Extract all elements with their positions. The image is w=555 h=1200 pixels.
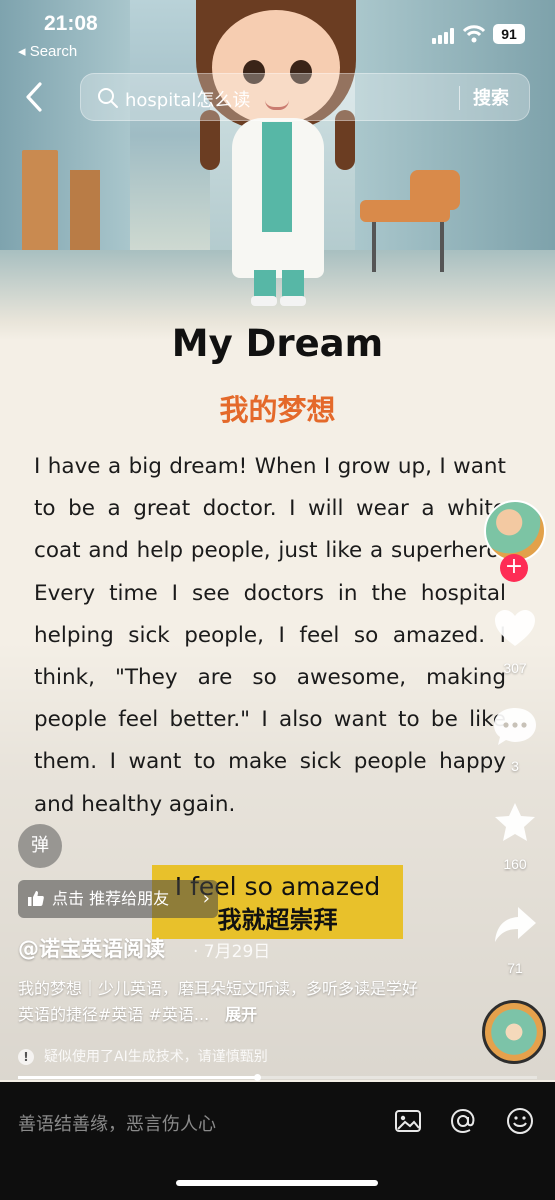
emoji-icon[interactable]	[505, 1106, 535, 1136]
heart-icon[interactable]	[492, 606, 538, 652]
video-progress-bar[interactable]	[18, 1074, 537, 1081]
image-icon[interactable]	[393, 1106, 423, 1136]
description-text: 我的梦想｜少儿英语，磨耳朵短文听读，多听多读是学好英语的捷径#英语 #英语...	[18, 979, 419, 1024]
article-subtitle: 我的梦想	[219, 393, 336, 427]
status-bar: 21:08 ◂ Search 91	[0, 0, 555, 64]
progress-knob[interactable]	[253, 1074, 261, 1081]
author-name[interactable]: @诺宝英语阅读	[18, 933, 165, 963]
search-button[interactable]: 搜索	[473, 84, 509, 110]
post-date: · 7月29日	[193, 942, 271, 962]
ai-notice-text: 疑似使用了AI生成技术，请谨慎甄别	[44, 1049, 268, 1065]
star-icon[interactable]	[492, 800, 538, 846]
author-avatar[interactable]	[484, 500, 546, 562]
wifi-icon	[462, 25, 486, 43]
follow-button[interactable]: +	[500, 554, 528, 582]
expand-button[interactable]: 展开	[225, 1005, 257, 1024]
home-indicator	[176, 1180, 378, 1186]
search-input[interactable]: hospital怎么读 搜索	[80, 73, 530, 121]
battery-indicator: 91	[493, 24, 525, 44]
article-title: My Dream	[171, 322, 384, 365]
like-count: 307	[503, 660, 527, 676]
comment-count: 3	[511, 758, 519, 774]
article-body: I have a big dream! When I grow up, I wa…	[34, 454, 506, 817]
danmaku-toggle[interactable]: 弹	[18, 824, 62, 868]
chevron-left-icon[interactable]	[20, 80, 50, 114]
share-icon[interactable]	[492, 902, 538, 948]
status-time: 21:08	[44, 12, 98, 35]
music-disc[interactable]	[482, 1000, 546, 1064]
cellular-signal-icon	[432, 28, 458, 44]
recommend-to-friend-button[interactable]: 点击 推荐给朋友 ›	[18, 880, 218, 918]
progress-fill	[18, 1076, 257, 1079]
chevron-right-icon: ›	[202, 888, 210, 909]
thumbs-up-icon	[28, 891, 44, 906]
search-divider	[459, 86, 460, 110]
search-icon	[98, 88, 118, 108]
at-icon[interactable]	[448, 1106, 478, 1136]
comment-input[interactable]: 善语结善缘，恶言伤人心	[18, 1110, 216, 1136]
recommend-label: 点击 推荐给朋友	[52, 889, 170, 908]
info-icon: !	[18, 1049, 34, 1065]
favorite-count: 160	[503, 856, 527, 872]
back-to-app-link[interactable]: ◂ Search	[18, 42, 77, 60]
share-count: 71	[507, 960, 523, 976]
comment-icon[interactable]	[492, 704, 538, 750]
post-description: 我的梦想｜少儿英语，磨耳朵短文听读，多听多读是学好英语的捷径#英语 #英语...…	[18, 976, 418, 1028]
ai-notice: ! 疑似使用了AI生成技术，请谨慎甄别	[18, 1046, 268, 1068]
search-query: hospital怎么读	[125, 90, 251, 111]
